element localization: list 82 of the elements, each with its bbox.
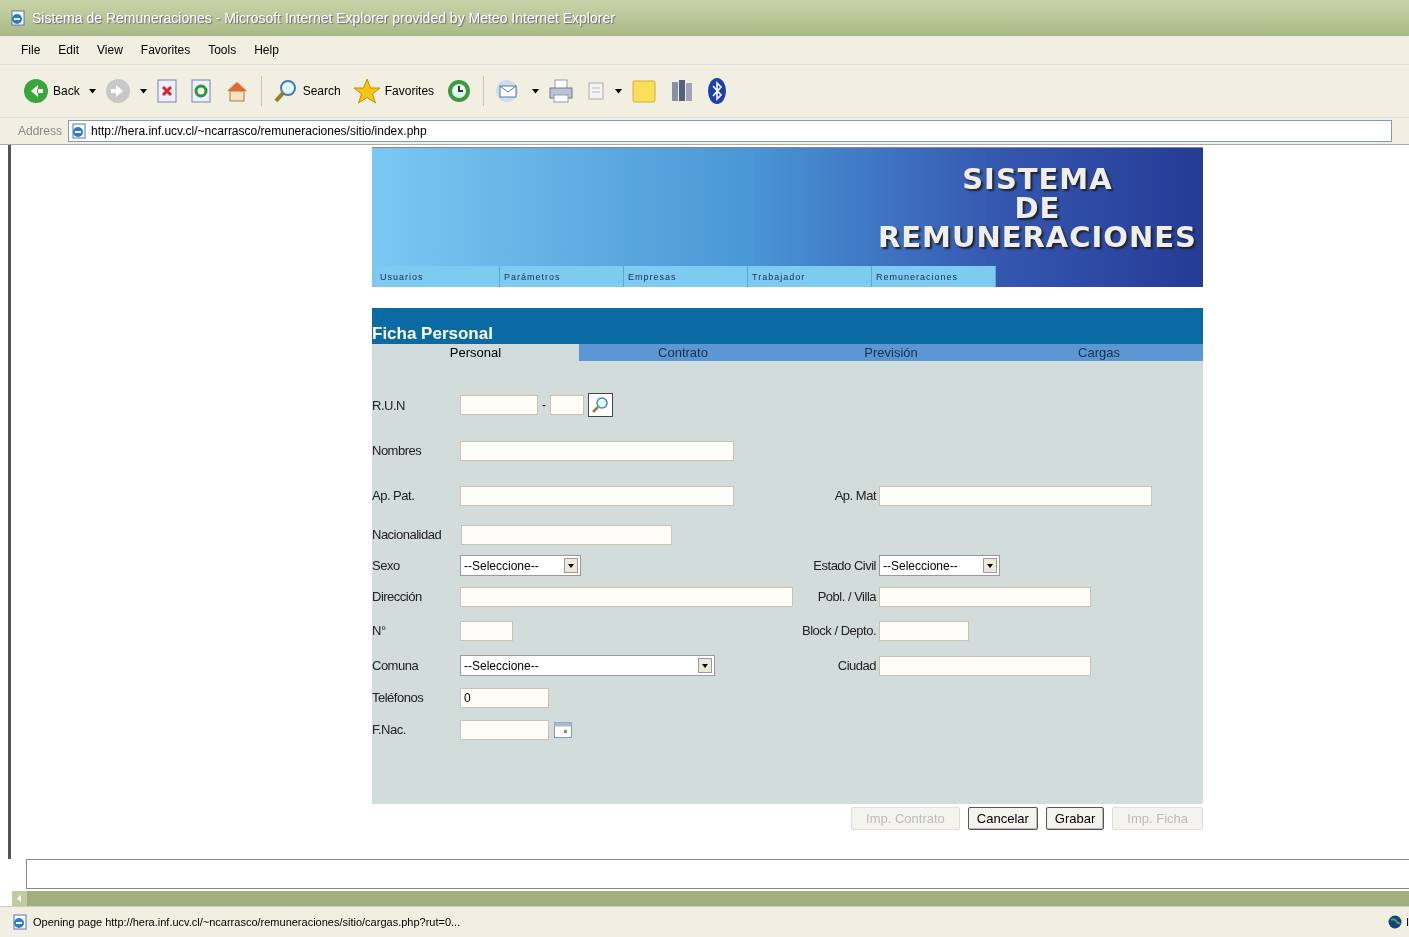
page-icon bbox=[71, 123, 88, 139]
field-label: Estado Civil bbox=[812, 558, 877, 573]
input-field[interactable] bbox=[460, 620, 513, 641]
nav-tab[interactable]: Remuneraciones bbox=[872, 266, 996, 287]
field-label: Nacionalidad bbox=[372, 527, 443, 542]
address-label: Address bbox=[18, 124, 63, 138]
field-label: Ap. Pat. bbox=[372, 488, 416, 503]
window-title: Sistema de Remuneraciones - Microsoft Internet Explorer provided by Meteo Internet Explorer bbox=[32, 10, 615, 26]
caret-icon[interactable] bbox=[615, 88, 623, 94]
menu-item[interactable]: Edit bbox=[51, 41, 87, 59]
nav-tab[interactable]: Empresas bbox=[624, 266, 748, 287]
field-label: Nombres bbox=[372, 443, 423, 458]
globe-icon bbox=[1387, 915, 1402, 929]
nav-tab[interactable]: Usuarios bbox=[376, 266, 500, 287]
banner-title: REMUNERACIONES bbox=[877, 223, 1197, 252]
caret-icon[interactable] bbox=[532, 88, 540, 94]
tab[interactable]: Cargas bbox=[995, 344, 1203, 361]
field-label: F.Nac. bbox=[372, 722, 407, 737]
search-icon bbox=[272, 78, 299, 104]
stop-icon bbox=[155, 79, 178, 103]
refresh-icon bbox=[189, 79, 212, 103]
separator-text: - bbox=[542, 398, 546, 412]
tab[interactable]: Contrato bbox=[579, 344, 787, 361]
menu-item[interactable]: Tools bbox=[201, 41, 244, 59]
input-field[interactable] bbox=[879, 586, 1091, 607]
banner-title: SISTEMA bbox=[962, 165, 1113, 194]
form-title: Ficha Personal bbox=[372, 324, 493, 344]
dropdown[interactable]: --Seleccione-- bbox=[879, 555, 1000, 576]
field-label: Ap. Mat bbox=[833, 488, 878, 503]
status-text: Opening page http://hera.inf.ucv.cl/~ncarrasco/remuneraciones/sitio/cargas.php?rut=0... bbox=[33, 916, 462, 928]
dropdown[interactable]: --Seleccione-- bbox=[460, 655, 715, 676]
search-button[interactable] bbox=[588, 393, 613, 417]
input-field[interactable]: 0 bbox=[460, 687, 549, 708]
favorites-button[interactable]: Favorites bbox=[349, 76, 438, 106]
page-icon bbox=[12, 914, 28, 930]
field-label: Comuna bbox=[372, 658, 420, 673]
calendar-icon[interactable] bbox=[553, 720, 573, 739]
document-icon bbox=[586, 81, 607, 101]
caret-icon[interactable] bbox=[88, 88, 96, 94]
field-label: Dirección bbox=[372, 589, 423, 604]
input-field[interactable] bbox=[460, 440, 734, 461]
input-field[interactable] bbox=[879, 655, 1091, 676]
back-button[interactable]: Back bbox=[20, 76, 83, 106]
input-field[interactable] bbox=[460, 719, 549, 740]
input-field[interactable] bbox=[879, 485, 1152, 506]
field-label: Pobl. / Villa bbox=[816, 589, 878, 604]
input-field[interactable] bbox=[460, 485, 734, 506]
nav-tab[interactable]: Parámetros bbox=[500, 266, 624, 287]
field-label: R.U.N bbox=[372, 397, 406, 413]
tab[interactable]: Previsión bbox=[787, 344, 995, 361]
scroll-left-icon[interactable] bbox=[12, 891, 27, 906]
star-icon bbox=[352, 78, 381, 104]
field-label: Block / Depto. bbox=[801, 623, 877, 638]
scrollbar[interactable] bbox=[12, 891, 1409, 906]
form-button[interactable]: Cancelar bbox=[967, 807, 1038, 830]
field-label: Ciudad bbox=[836, 658, 877, 673]
tab[interactable]: Personal bbox=[372, 344, 579, 361]
address-field[interactable]: http://hera.inf.ucv.cl/~ncarrasco/remuneraciones/sitio/index.php bbox=[68, 120, 1393, 142]
menu-item[interactable]: Favorites bbox=[133, 41, 198, 59]
search-button[interactable]: Search bbox=[269, 76, 344, 106]
banner-title: DE bbox=[1014, 194, 1061, 223]
note-icon bbox=[631, 78, 658, 104]
menu-item[interactable]: Help bbox=[247, 41, 286, 59]
browser-icon bbox=[10, 10, 26, 26]
nav-tab[interactable]: Trabajador bbox=[748, 266, 872, 287]
bluetooth-icon bbox=[707, 77, 728, 105]
input-field[interactable] bbox=[550, 395, 584, 415]
input-field[interactable] bbox=[460, 395, 538, 415]
zone-text: I bbox=[1405, 916, 1409, 928]
field-label: N° bbox=[372, 623, 387, 638]
caret-icon[interactable] bbox=[139, 88, 147, 94]
history-icon bbox=[446, 78, 473, 104]
field-label: Teléfonos bbox=[372, 690, 425, 705]
printer-icon bbox=[548, 78, 575, 104]
input-field[interactable] bbox=[879, 620, 969, 641]
menu-item[interactable]: File bbox=[14, 41, 48, 59]
menu-item[interactable]: View bbox=[90, 41, 130, 59]
input-field[interactable] bbox=[461, 524, 672, 545]
dropdown[interactable]: --Seleccione-- bbox=[460, 555, 581, 576]
input-field[interactable] bbox=[460, 586, 793, 607]
field-label: Sexo bbox=[372, 558, 401, 573]
form-button[interactable]: Grabar bbox=[1045, 807, 1105, 830]
